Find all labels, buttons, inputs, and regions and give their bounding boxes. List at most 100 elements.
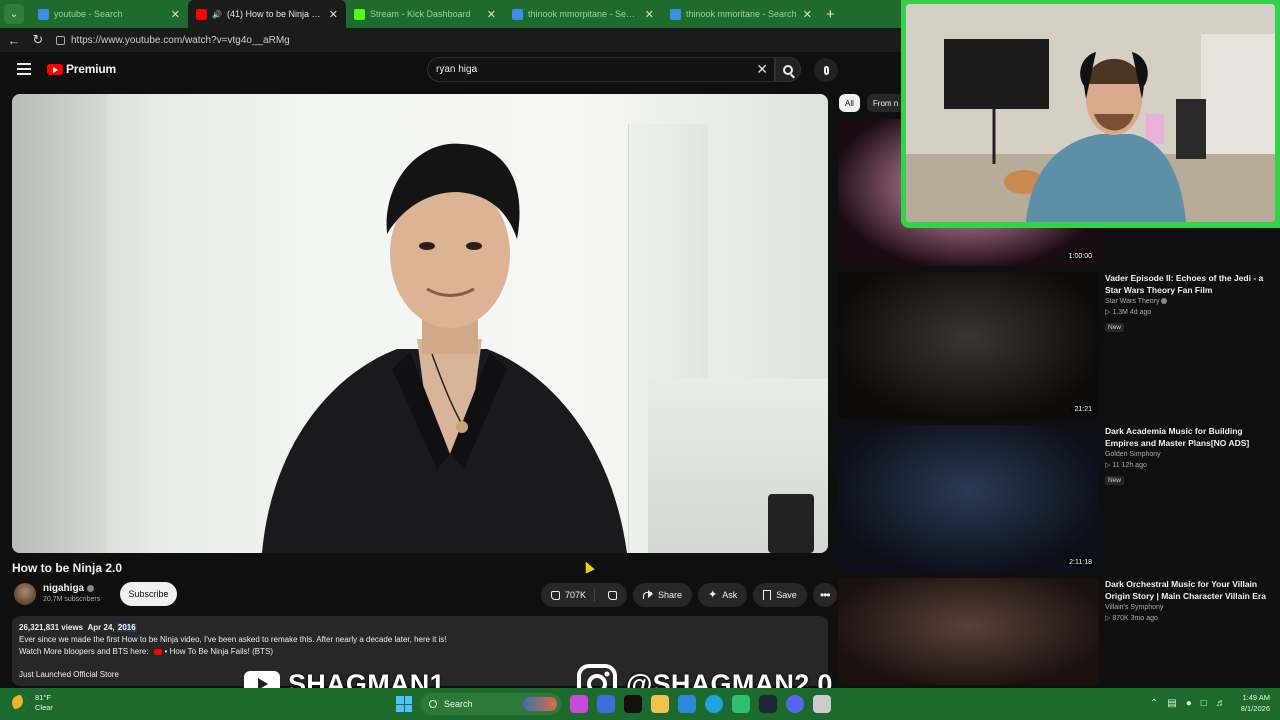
microphone-icon	[823, 65, 829, 75]
like-button[interactable]: 707K	[541, 588, 596, 602]
recommendation-info: Dark Academia Music for Building Empires…	[1105, 425, 1275, 487]
app-icon-1[interactable]	[570, 695, 588, 713]
logo-text: Premium	[66, 62, 116, 76]
recommendation-thumbnail[interactable]	[838, 578, 1099, 685]
taskbar-search-label: Search	[444, 699, 473, 709]
share-button[interactable]: Share	[633, 583, 693, 607]
ask-button[interactable]: ✦ Ask	[698, 583, 748, 607]
youtube-premium-logo[interactable]: Premium	[47, 62, 116, 76]
bookmark-icon	[763, 590, 772, 600]
taskbar-search[interactable]: Search	[421, 693, 561, 715]
streamer-webcam-overlay	[901, 0, 1280, 228]
back-arrow-icon[interactable]: ←	[4, 33, 24, 48]
recommendation-title[interactable]: Dark Academia Music for Building Empires…	[1105, 425, 1275, 449]
tab-close-icon[interactable]: ✕	[803, 8, 812, 21]
weather-widget[interactable]: 81°F Clear	[12, 693, 53, 713]
recommendation-views: 870K	[1112, 615, 1129, 622]
recommendation-title[interactable]: Vader Episode II: Echoes of the Jedi - a…	[1105, 272, 1275, 296]
recommendation-channel[interactable]: Star Wars Theory	[1105, 298, 1159, 305]
video-background-chair	[768, 494, 814, 553]
browser-tab[interactable]: youtube - Search ✕	[30, 0, 188, 28]
recommendation-channel-row: Golden Simphony	[1105, 451, 1275, 458]
channel-name: nigahiga	[43, 583, 85, 594]
tab-list: youtube - Search ✕ 🔊 (41) How to be Ninja 2…	[30, 0, 820, 28]
tab-close-icon[interactable]: ✕	[329, 8, 338, 21]
site-info-icon[interactable]	[56, 35, 65, 45]
steam-icon[interactable]	[759, 695, 777, 713]
clock[interactable]: 1:49 AM 8/1/2026	[1241, 692, 1270, 714]
windows-start-icon[interactable]	[396, 696, 412, 712]
display-icon[interactable]: □	[1201, 698, 1207, 709]
recommendation-meta: ▷ 1.3M 4d ago	[1105, 308, 1275, 316]
app-icon-10[interactable]	[813, 695, 831, 713]
url-domain: https://www.youtube.com	[71, 34, 183, 46]
menu-icon[interactable]	[17, 63, 31, 75]
app-icon-2[interactable]	[597, 695, 615, 713]
show-hidden-icons-chevron-icon[interactable]: ⌃	[1150, 698, 1158, 709]
url-path: /watch?v=vtg4o__aRMg	[182, 34, 290, 46]
view-count: 26,321,831 views	[19, 623, 84, 632]
tab-list-chevron-icon[interactable]: ⌄	[4, 4, 24, 24]
tab-label: Stream - Kick Dashboard	[370, 9, 471, 19]
edge-icon[interactable]	[705, 695, 723, 713]
video-player[interactable]	[12, 94, 828, 553]
volume-icon[interactable]: ♬	[1216, 698, 1226, 709]
video-background-wall	[12, 94, 107, 553]
channel-avatar[interactable]	[14, 583, 36, 605]
sparkle-icon: ✦	[708, 589, 718, 601]
store-icon[interactable]	[678, 695, 696, 713]
reload-icon[interactable]: ↻	[28, 32, 48, 48]
video-frame-person	[262, 143, 627, 553]
search-icon	[783, 64, 793, 75]
tab-close-icon[interactable]: ✕	[645, 8, 654, 21]
tab-favicon-icon	[512, 8, 523, 20]
recommendation-channel-row: Star Wars Theory	[1105, 298, 1275, 305]
bts-video-link[interactable]: • How To Be Ninja Fails! (BTS)	[165, 647, 273, 656]
more-actions-icon[interactable]: •••	[812, 583, 837, 607]
discord-icon[interactable]	[786, 695, 804, 713]
browser-tab[interactable]: 🔊 (41) How to be Ninja 2.0 - Yo ✕	[188, 0, 346, 28]
filter-chip[interactable]: From n	[866, 94, 905, 112]
dislike-button[interactable]	[600, 590, 627, 600]
tab-audio-icon[interactable]: 🔊	[212, 10, 222, 19]
recommendation-meta: ▷ 870K 3mo ago	[1105, 614, 1275, 622]
search-button[interactable]	[775, 57, 801, 82]
app-icon-7[interactable]	[732, 695, 750, 713]
recommendation-channel[interactable]: Golden Simphony	[1105, 451, 1161, 458]
recommendation-title[interactable]: Dark Orchestral Music for Your Villain O…	[1105, 578, 1275, 602]
channel-name-link[interactable]: nigahiga	[43, 583, 95, 594]
subscribe-button[interactable]: Subscribe	[120, 582, 177, 606]
recommendation-age: 12h ago	[1121, 462, 1147, 469]
recommendation-thumbnail[interactable]: 2:11:18	[838, 425, 1099, 572]
tab-label: youtube - Search	[54, 9, 123, 19]
recommendation-age: 3mo ago	[1130, 615, 1158, 622]
thumbs-down-icon	[608, 590, 618, 600]
channel-row: nigahiga 20.7M subscribers Subscribe 707…	[12, 582, 837, 608]
date: 8/1/2026	[1240, 704, 1270, 713]
search-input[interactable]: ryan higa ✕	[427, 57, 775, 82]
save-label: Save	[776, 590, 797, 600]
network-icon[interactable]: ▤	[1167, 698, 1176, 709]
hulu-icon[interactable]	[624, 695, 642, 713]
recommendation-thumbnail[interactable]: 21:21	[838, 272, 1099, 419]
url-field[interactable]: https://www.youtube.com/watch?v=vtg4o__a…	[56, 35, 290, 46]
tab-close-icon[interactable]: ✕	[171, 8, 180, 21]
recommendation-channel[interactable]: Villain's Symphony	[1105, 604, 1163, 611]
new-tab-button[interactable]: +	[826, 6, 835, 23]
tab-label: (41) How to be Ninja 2.0 - Yo	[226, 9, 324, 19]
clear-search-icon[interactable]: ✕	[756, 61, 768, 78]
browser-tab[interactable]: thinook mmoritane - Search ✕	[662, 0, 820, 28]
recommendation-info: Dark Orchestral Music for Your Villain O…	[1105, 578, 1275, 622]
search-query: ryan higa	[436, 64, 478, 75]
microphone-icon[interactable]: ●	[1186, 698, 1192, 709]
save-button[interactable]: Save	[753, 583, 807, 607]
file-explorer-icon[interactable]	[651, 695, 669, 713]
browser-tab[interactable]: Stream - Kick Dashboard ✕	[346, 0, 504, 28]
filter-chip[interactable]: All	[839, 94, 860, 112]
tab-close-icon[interactable]: ✕	[487, 8, 496, 21]
thumbs-up-icon	[551, 590, 560, 600]
voice-search-button[interactable]	[814, 58, 838, 82]
webcam-scene	[906, 4, 1275, 222]
browser-tab[interactable]: thinook mmorpitane - Search ✕	[504, 0, 662, 28]
tab-label: thinook mmoritane - Search	[686, 9, 797, 19]
